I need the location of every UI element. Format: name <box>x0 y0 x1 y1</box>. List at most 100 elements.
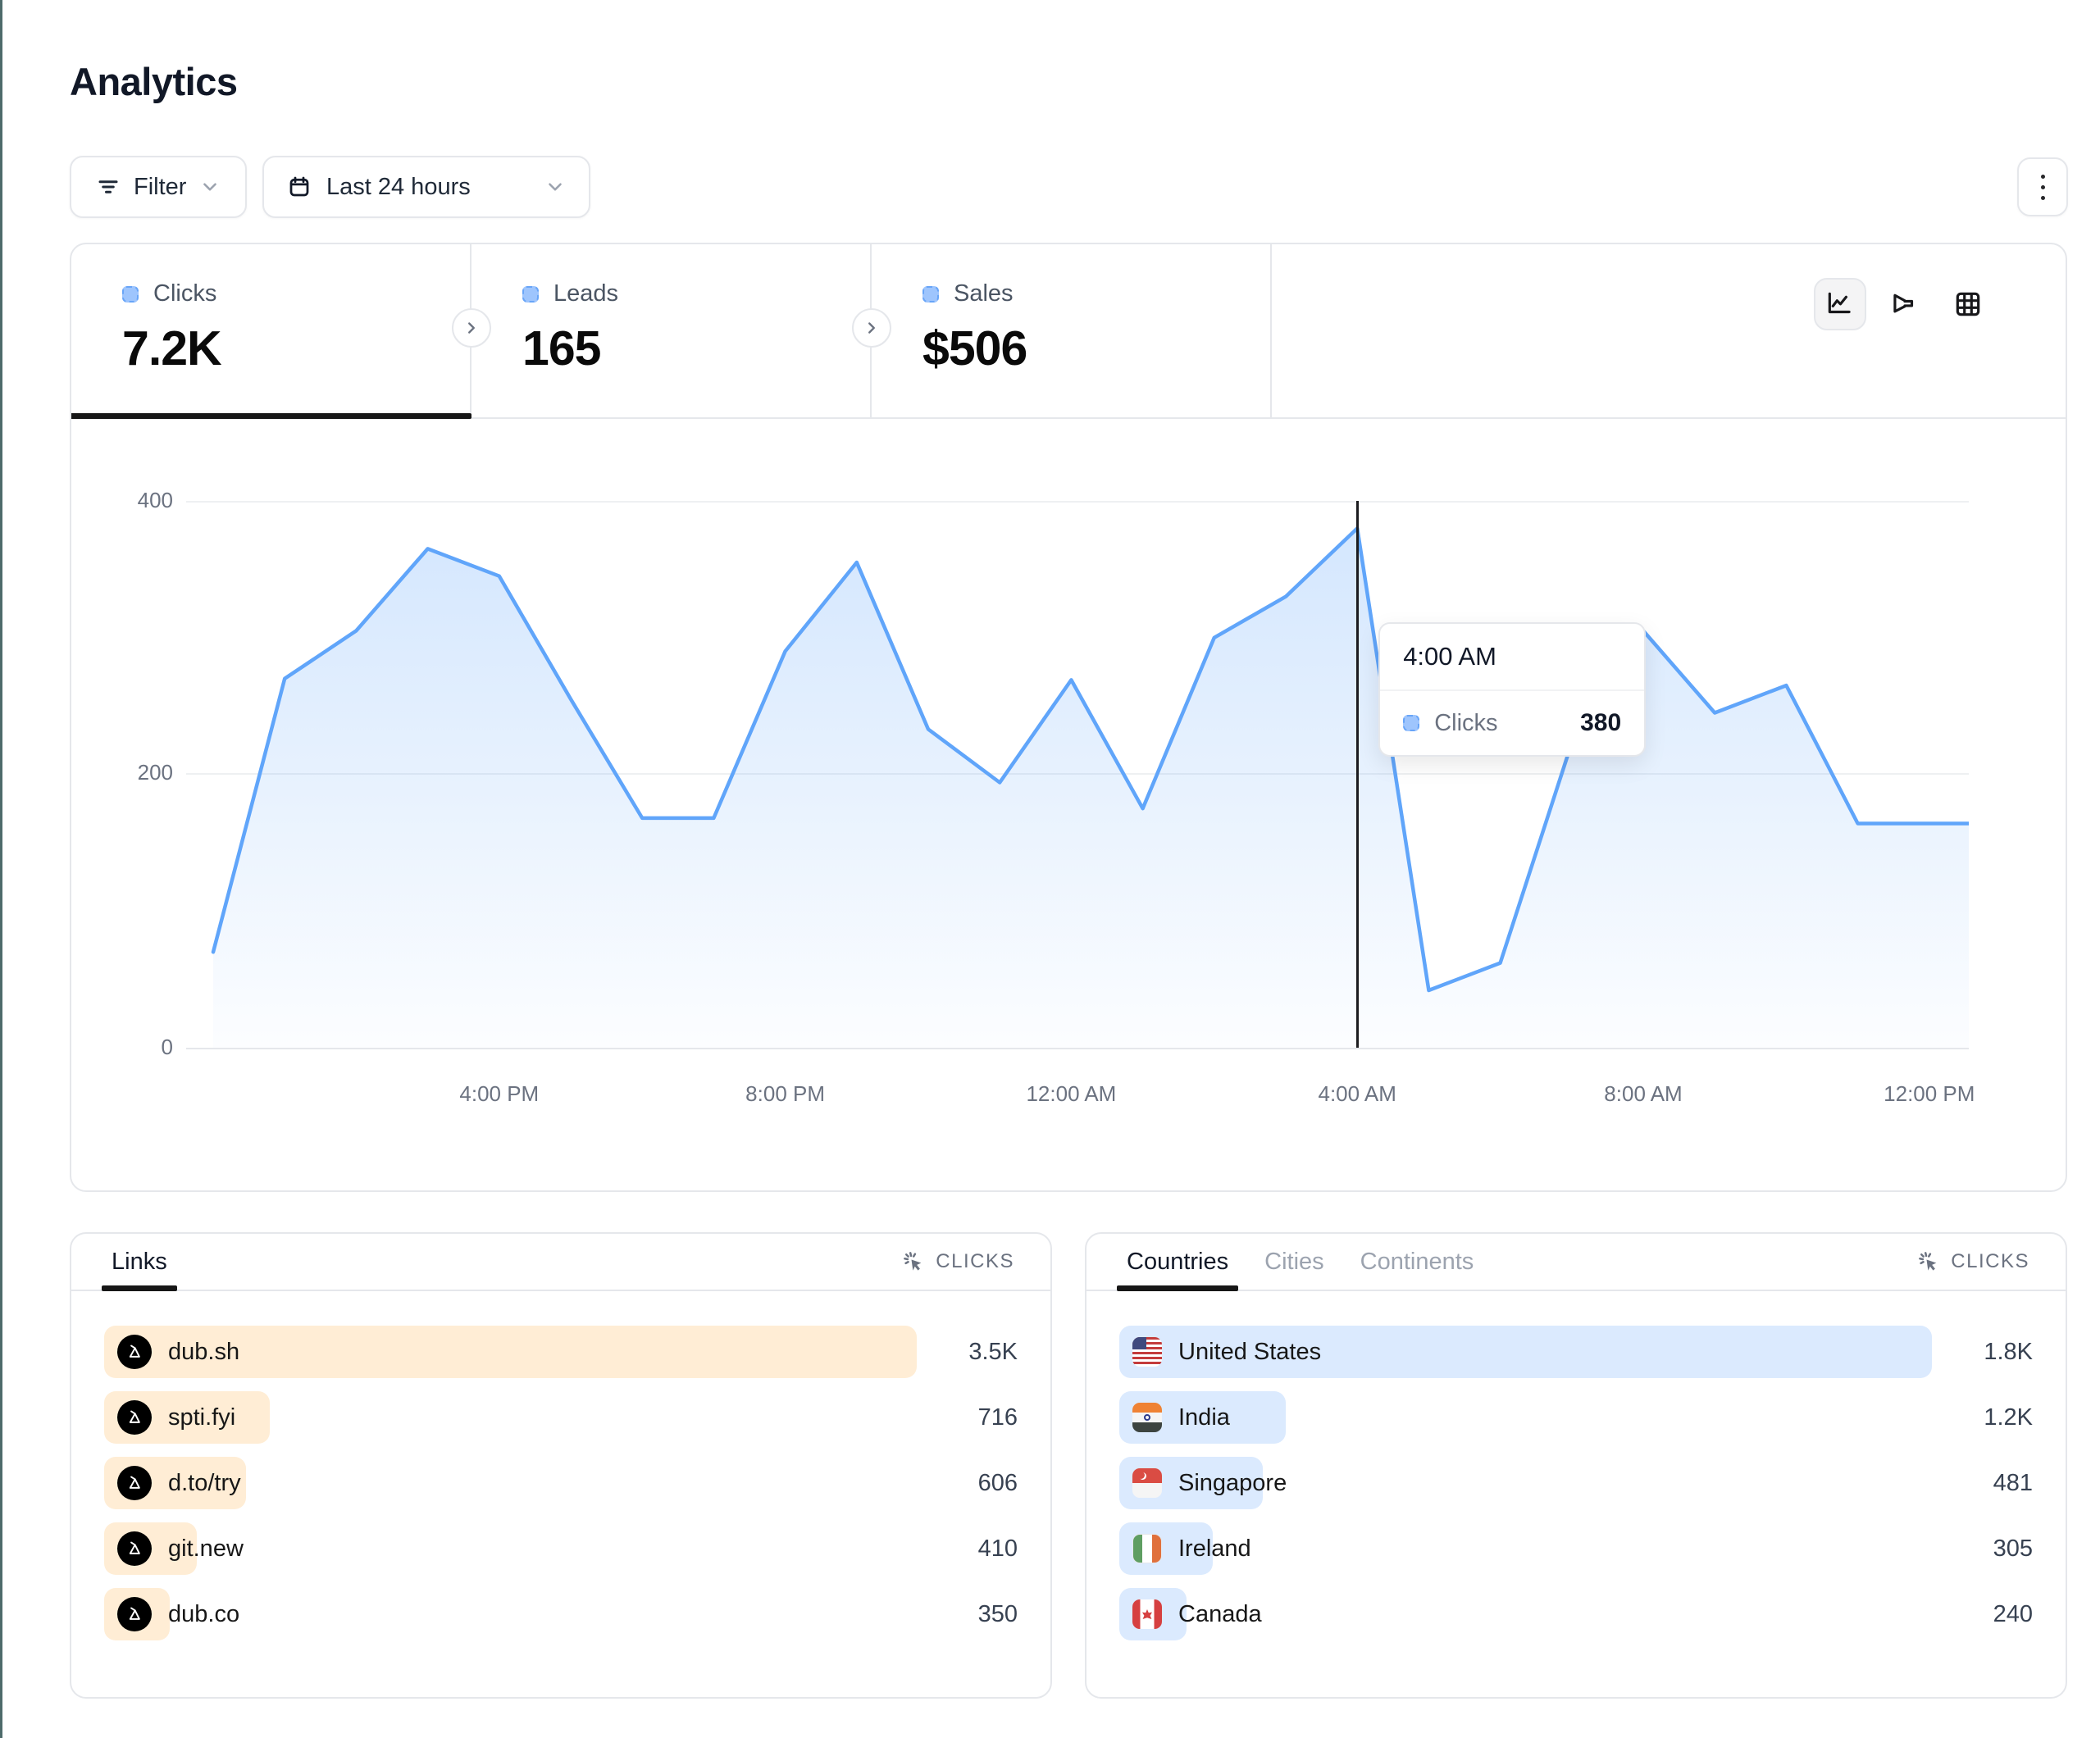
ireland-flag <box>1132 1534 1162 1563</box>
more-options-button[interactable] <box>2017 157 2068 216</box>
country-row[interactable]: India 1.2K <box>1119 1391 2033 1444</box>
links-rows: dub.sh 3.5K spti.fyi 716 <box>71 1291 1050 1640</box>
x-tick-label: 4:00 PM <box>459 1081 539 1107</box>
dub-favicon <box>117 1597 152 1631</box>
calendar-icon <box>287 175 312 199</box>
dub-favicon <box>117 1466 152 1500</box>
countries-tab-label: Countries <box>1127 1249 1228 1276</box>
dub-favicon <box>117 1335 152 1369</box>
links-tab-label: Links <box>112 1249 167 1276</box>
leads-legend-swatch <box>522 286 539 303</box>
link-row[interactable]: spti.fyi 716 <box>104 1391 1018 1444</box>
chart-plot-area[interactable] <box>186 501 1969 1049</box>
link-row[interactable]: dub.sh 3.5K <box>104 1326 1018 1378</box>
link-label: dub.co <box>168 1601 239 1628</box>
link-label: git.new <box>168 1536 244 1563</box>
us-flag <box>1132 1337 1162 1367</box>
tab-sales[interactable]: Sales $506 <box>872 244 1272 419</box>
sales-legend-swatch <box>922 286 939 303</box>
canada-flag <box>1132 1599 1162 1629</box>
country-row[interactable]: Canada 240 <box>1119 1588 2033 1640</box>
country-value: 305 <box>1993 1536 2033 1563</box>
tab-links[interactable]: Links <box>112 1234 167 1290</box>
x-tick-label: 4:00 AM <box>1318 1081 1396 1107</box>
clicks-tab-label: Clicks <box>153 280 216 307</box>
expand-clicks-leads-button[interactable] <box>452 308 491 348</box>
tooltip-value: 380 <box>1580 709 1621 737</box>
singapore-flag <box>1132 1468 1162 1498</box>
page-title: Analytics <box>70 59 237 104</box>
country-row[interactable]: Singapore 481 <box>1119 1457 2033 1509</box>
dub-favicon <box>117 1531 152 1566</box>
country-row[interactable]: Ireland 305 <box>1119 1522 2033 1575</box>
active-tab-underline <box>71 413 471 419</box>
tab-continents[interactable]: Continents <box>1360 1234 1474 1290</box>
chevron-down-icon <box>544 176 566 198</box>
clicks-legend-swatch <box>122 286 139 303</box>
filter-icon <box>96 175 121 199</box>
link-label: spti.fyi <box>168 1404 235 1431</box>
link-row[interactable]: dub.co 350 <box>104 1588 1018 1640</box>
countries-metric-header: CLICKS <box>1951 1250 2029 1273</box>
country-label: India <box>1178 1404 1230 1431</box>
chevron-down-icon <box>199 176 221 198</box>
link-value: 606 <box>978 1470 1018 1497</box>
x-axis: 4:00 PM8:00 PM12:00 AM4:00 AM8:00 AM12:0… <box>186 1081 1969 1114</box>
country-label: Singapore <box>1178 1470 1287 1497</box>
expand-leads-sales-button[interactable] <box>852 308 891 348</box>
dub-favicon <box>117 1400 152 1435</box>
link-label: dub.sh <box>168 1339 239 1366</box>
grid-table-icon <box>1952 289 1984 320</box>
clicks-time-series-chart: 400 200 0 4:00 PM8:00 PM12:00 AM4:00 AM8 <box>71 419 2069 1194</box>
date-range-label: Last 24 hours <box>326 174 471 201</box>
leads-tab-value: 165 <box>522 321 870 376</box>
country-row[interactable]: United States 1.8K <box>1119 1326 2033 1378</box>
y-axis-tick: 200 <box>83 760 173 785</box>
tab-leads[interactable]: Leads 165 <box>471 244 872 419</box>
analytics-page: Analytics Filter Last 24 hours Clicks 7.… <box>0 0 2100 1738</box>
links-metric-selector[interactable]: CLICKS <box>901 1249 1014 1274</box>
x-tick-label: 8:00 AM <box>1604 1081 1682 1107</box>
cursor-click-icon <box>1916 1249 1941 1274</box>
kebab-icon <box>2041 175 2045 200</box>
chart-type-toggle-group <box>1814 278 1994 330</box>
links-panel: Links CLICKS dub.sh <box>70 1232 1052 1699</box>
india-flag <box>1132 1403 1162 1432</box>
country-label: United States <box>1178 1339 1321 1366</box>
tooltip-time-label: 4:00 AM <box>1380 624 1644 691</box>
chart-area-fill <box>213 528 1969 1048</box>
hover-marker-line <box>1356 501 1359 1048</box>
tab-countries[interactable]: Countries <box>1127 1234 1228 1290</box>
tab-clicks[interactable]: Clicks 7.2K <box>71 244 471 419</box>
x-tick-label: 8:00 PM <box>745 1081 825 1107</box>
metric-tab-row: Clicks 7.2K Leads 165 Sales $506 <box>71 244 2066 419</box>
countries-metric-selector[interactable]: CLICKS <box>1916 1249 2029 1274</box>
tab-cities[interactable]: Cities <box>1264 1234 1324 1290</box>
analytics-card: Clicks 7.2K Leads 165 Sales $506 <box>70 243 2067 1192</box>
tooltip-metric-row: Clicks 380 <box>1380 691 1644 755</box>
links-metric-header: CLICKS <box>936 1250 1014 1273</box>
line-chart-view-button[interactable] <box>1814 278 1866 330</box>
window-edge-strip <box>0 0 2 1738</box>
link-row[interactable]: d.to/try 606 <box>104 1457 1018 1509</box>
link-value: 3.5K <box>968 1339 1018 1366</box>
link-value: 716 <box>978 1404 1018 1431</box>
country-value: 1.8K <box>1984 1339 2033 1366</box>
cities-tab-label: Cities <box>1264 1249 1324 1276</box>
link-row[interactable]: git.new 410 <box>104 1522 1018 1575</box>
date-range-button[interactable]: Last 24 hours <box>262 156 590 218</box>
country-label: Ireland <box>1178 1536 1251 1563</box>
table-view-button[interactable] <box>1942 278 1994 330</box>
filter-button[interactable]: Filter <box>70 156 247 218</box>
tooltip-series-label: Clicks <box>1434 710 1565 737</box>
funnel-view-button[interactable] <box>1878 278 1930 330</box>
chevron-right-icon <box>863 319 881 337</box>
country-label: Canada <box>1178 1601 1262 1628</box>
y-axis-tick: 400 <box>83 488 173 513</box>
links-panel-header: Links CLICKS <box>71 1234 1050 1291</box>
leads-tab-label: Leads <box>553 280 618 307</box>
x-tick-label: 12:00 AM <box>1026 1081 1116 1107</box>
link-value: 410 <box>978 1536 1018 1563</box>
cursor-click-icon <box>901 1249 926 1274</box>
link-label: d.to/try <box>168 1470 241 1497</box>
